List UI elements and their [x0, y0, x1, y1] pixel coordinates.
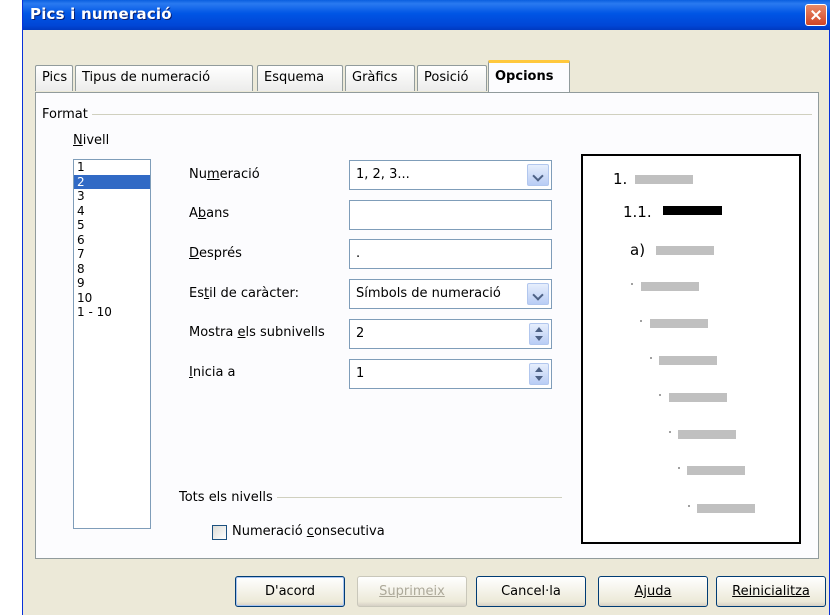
preview-text-placeholder: [641, 282, 699, 291]
preview-bullet: [650, 357, 652, 359]
before-input[interactable]: [349, 200, 552, 230]
after-label: Després: [189, 246, 242, 261]
chevron-down-icon[interactable]: [527, 283, 549, 305]
list-item[interactable]: 3: [74, 189, 150, 204]
format-group-line: [44, 114, 812, 115]
start-at-value: 1: [356, 366, 365, 381]
delete-button[interactable]: Suprimeix: [357, 576, 467, 607]
preview-bullet: [659, 394, 661, 396]
reset-button[interactable]: Reinicialitza: [716, 576, 826, 607]
tab-graphics[interactable]: Gràfics: [345, 65, 415, 91]
format-group-label: Format: [42, 107, 92, 122]
consecutive-numbering-checkbox[interactable]: [212, 525, 227, 540]
tab-position[interactable]: Posició: [417, 65, 487, 91]
cancel-button[interactable]: Cancel·la: [476, 576, 586, 607]
list-item[interactable]: 1: [74, 160, 150, 175]
dialog-window: Pics i numeració Pics Tipus de numeració…: [22, 0, 830, 615]
list-item[interactable]: 10: [74, 291, 150, 306]
numbering-preview: 1. 1.1. a): [581, 154, 801, 544]
list-item[interactable]: 8: [74, 262, 150, 277]
sublevels-spinner[interactable]: 2: [349, 319, 552, 349]
preview-selected-text-placeholder: [663, 206, 722, 215]
chevron-down-icon[interactable]: [527, 164, 549, 186]
list-item[interactable]: 7: [74, 247, 150, 262]
ok-button[interactable]: D'acord: [235, 576, 345, 607]
char-style-value: Símbols de numeració: [356, 286, 501, 301]
consecutive-numbering-label: Numeració consecutiva: [232, 524, 385, 539]
level-listbox[interactable]: 1 2 3 4 5 6 7 8 9 10 1 - 10: [73, 159, 151, 529]
char-style-label: Estil de caràcter:: [189, 286, 300, 301]
tab-outline[interactable]: Esquema: [257, 65, 343, 91]
spinner-arrows-icon[interactable]: [529, 363, 549, 385]
level-label: Nivell: [73, 133, 110, 148]
list-item[interactable]: 4: [74, 204, 150, 219]
close-icon[interactable]: [805, 4, 827, 26]
list-item[interactable]: 6: [74, 233, 150, 248]
tab-numbering-type[interactable]: Tipus de numeració: [75, 65, 253, 91]
preview-text-placeholder: [687, 466, 745, 475]
start-at-label: Inicia a: [189, 365, 236, 380]
numbering-value: 1, 2, 3...: [356, 167, 410, 182]
preview-level-3-number: a): [630, 241, 646, 259]
list-item-selected[interactable]: 2: [74, 174, 150, 189]
preview-bullet: [640, 320, 642, 322]
preview-bullet: [688, 505, 690, 507]
sublevels-value: 2: [356, 326, 365, 341]
all-levels-group-label: Tots els nivells: [179, 490, 277, 505]
numbering-label: Numeració: [189, 167, 260, 182]
preview-text-placeholder: [678, 430, 736, 439]
numbering-combo[interactable]: 1, 2, 3...: [349, 160, 552, 190]
preview-level-1-number: 1.: [613, 170, 628, 188]
title-bar[interactable]: Pics i numeració: [23, 0, 830, 30]
preview-bullet: [678, 467, 680, 469]
list-item[interactable]: 1 - 10: [74, 305, 150, 320]
after-input[interactable]: .: [349, 239, 552, 269]
preview-text-placeholder: [635, 175, 693, 184]
preview-text-placeholder: [669, 393, 727, 402]
window-title: Pics i numeració: [30, 5, 172, 23]
char-style-combo[interactable]: Símbols de numeració: [349, 279, 552, 309]
preview-text-placeholder: [697, 504, 755, 513]
tab-options[interactable]: Opcions: [488, 60, 570, 92]
options-panel: Format Nivell 1 2 3 4 5 6 7 8 9 10 1 - 1…: [35, 92, 819, 559]
list-item[interactable]: 9: [74, 276, 150, 291]
sublevels-label: Mostra els subnivells: [189, 325, 325, 340]
list-item[interactable]: 5: [74, 218, 150, 233]
spinner-arrows-icon[interactable]: [529, 323, 549, 345]
preview-text-placeholder: [656, 246, 714, 255]
preview-bullet: [631, 283, 633, 285]
preview-level-2-number: 1.1.: [623, 203, 652, 221]
preview-bullet: [669, 431, 671, 433]
tab-pics[interactable]: Pics: [35, 65, 73, 91]
preview-text-placeholder: [659, 356, 717, 365]
start-at-spinner[interactable]: 1: [349, 359, 552, 389]
help-button[interactable]: Ajuda: [598, 576, 708, 607]
preview-text-placeholder: [650, 319, 708, 328]
before-label: Abans: [189, 206, 230, 221]
